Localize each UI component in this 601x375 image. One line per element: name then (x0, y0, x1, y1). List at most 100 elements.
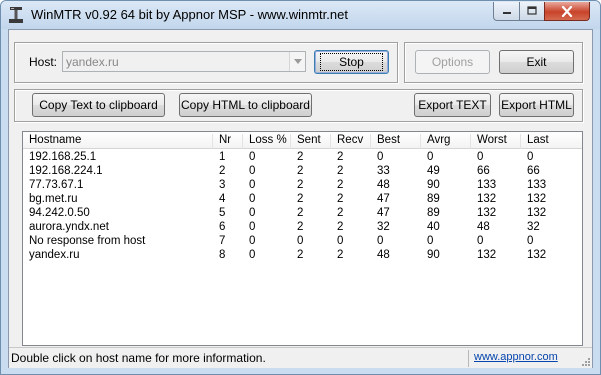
cell-sent: 2 (297, 221, 304, 233)
options-button[interactable]: Options (415, 50, 490, 74)
cell-best: 48 (377, 179, 390, 191)
column-header-nr[interactable]: Nr (213, 134, 243, 149)
cell-last: 132 (527, 193, 547, 205)
table-row[interactable]: 192.168.25.1 1 0 2 2 0 0 0 0 (23, 151, 582, 165)
column-header-best[interactable]: Best (371, 134, 421, 149)
cell-hostname[interactable]: 192.168.224.1 (23, 165, 103, 177)
options-button-label: Options (431, 55, 474, 69)
table-row[interactable]: 192.168.224.1 2 0 2 2 33 49 66 66 (23, 165, 582, 179)
status-bar: Double click on host name for more infor… (9, 347, 592, 368)
cell-recv: 2 (337, 207, 344, 219)
table-row[interactable]: 94.242.0.50 5 0 2 2 47 89 132 132 (23, 207, 582, 221)
cell-sent: 2 (297, 193, 304, 205)
stop-button[interactable]: Stop (314, 50, 389, 74)
cell-avrg: 89 (427, 193, 440, 205)
cell-best: 0 (377, 235, 384, 247)
table-row[interactable]: bg.met.ru 4 0 2 2 47 89 132 132 (23, 193, 582, 207)
table-row[interactable]: 77.73.67.1 3 0 2 2 48 90 133 133 (23, 179, 582, 193)
cell-worst: 132 (477, 249, 497, 261)
table-row[interactable]: aurora.yndx.net 6 0 2 2 32 40 48 32 (23, 221, 582, 235)
column-header-worst[interactable]: Worst (471, 134, 521, 149)
copy-html-button[interactable]: Copy HTML to clipboard (179, 93, 312, 117)
cell-loss: 0 (249, 179, 256, 191)
cell-loss: 0 (249, 249, 256, 261)
table-row[interactable]: No response from host 7 0 0 0 0 0 0 0 (23, 235, 582, 249)
cell-nr: 2 (219, 165, 226, 177)
cell-recv: 2 (337, 249, 344, 261)
maximize-button[interactable] (519, 2, 545, 21)
column-header-sent[interactable]: Sent (291, 134, 331, 149)
cell-recv: 2 (337, 221, 344, 233)
cell-hostname[interactable]: aurora.yndx.net (23, 221, 109, 233)
host-input[interactable]: yandex.ru (62, 51, 306, 72)
cell-best: 32 (377, 221, 390, 233)
cell-sent: 2 (297, 207, 304, 219)
cell-nr: 7 (219, 235, 226, 247)
copy-text-button[interactable]: Copy Text to clipboard (32, 93, 165, 117)
minimize-icon (502, 12, 511, 14)
cell-avrg: 49 (427, 165, 440, 177)
host-input-value: yandex.ru (66, 55, 119, 69)
cell-worst: 132 (477, 193, 497, 205)
cell-loss: 0 (249, 235, 256, 247)
column-header-last[interactable]: Last (521, 134, 582, 149)
cell-nr: 6 (219, 221, 226, 233)
cell-last: 32 (527, 221, 540, 233)
column-header-hostname[interactable]: Hostname (23, 134, 213, 149)
cell-hostname[interactable]: 192.168.25.1 (23, 151, 96, 163)
host-label: Host: (29, 55, 58, 69)
cell-loss: 0 (249, 193, 256, 205)
cell-worst: 132 (477, 207, 497, 219)
cell-best: 0 (377, 151, 384, 163)
exit-button[interactable]: Exit (499, 50, 574, 74)
cell-last: 66 (527, 165, 540, 177)
export-text-button[interactable]: Export TEXT (414, 93, 491, 117)
column-header-loss[interactable]: Loss % (243, 134, 291, 149)
cell-worst: 0 (477, 151, 484, 163)
stop-button-label: Stop (320, 53, 383, 71)
cell-nr: 3 (219, 179, 226, 191)
cell-worst: 48 (477, 221, 490, 233)
cell-nr: 1 (219, 151, 226, 163)
title-bar[interactable]: WinMTR v0.92 64 bit by Appnor MSP - www.… (1, 1, 600, 29)
status-separator (468, 350, 469, 367)
cell-hostname[interactable]: No response from host (23, 235, 145, 247)
results-table[interactable]: Hostname Nr Loss % Sent Recv Best Avrg W… (22, 131, 583, 346)
column-header-recv[interactable]: Recv (331, 134, 371, 149)
cell-sent: 2 (297, 151, 304, 163)
cell-best: 47 (377, 207, 390, 219)
cell-recv: 0 (337, 235, 344, 247)
cell-last: 0 (527, 151, 534, 163)
status-message: Double click on host name for more infor… (11, 351, 266, 365)
cell-best: 48 (377, 249, 390, 261)
close-button[interactable] (544, 2, 590, 21)
window-title: WinMTR v0.92 64 bit by Appnor MSP - www.… (31, 7, 348, 22)
cell-nr: 5 (219, 207, 226, 219)
cell-best: 33 (377, 165, 390, 177)
cell-nr: 8 (219, 249, 226, 261)
cell-recv: 2 (337, 151, 344, 163)
cell-avrg: 90 (427, 179, 440, 191)
host-dropdown-button[interactable] (289, 52, 305, 71)
cell-recv: 2 (337, 165, 344, 177)
cell-avrg: 89 (427, 207, 440, 219)
copy-text-button-label: Copy Text to clipboard (39, 98, 158, 112)
table-row[interactable]: yandex.ru 8 0 2 2 48 90 132 132 (23, 249, 582, 263)
cell-avrg: 0 (427, 151, 434, 163)
cell-hostname[interactable]: 94.242.0.50 (23, 207, 90, 219)
cell-hostname[interactable]: yandex.ru (23, 249, 80, 261)
cell-sent: 0 (297, 235, 304, 247)
cell-avrg: 40 (427, 221, 440, 233)
export-html-button[interactable]: Export HTML (499, 93, 574, 117)
cell-hostname[interactable]: 77.73.67.1 (23, 179, 83, 191)
cell-loss: 0 (249, 207, 256, 219)
column-header-avrg[interactable]: Avrg (421, 134, 471, 149)
resize-grip-icon[interactable] (580, 356, 591, 367)
cell-sent: 2 (297, 249, 304, 261)
minimize-button[interactable] (493, 2, 520, 21)
appnor-link[interactable]: www.appnor.com (474, 351, 558, 363)
cell-hostname[interactable]: bg.met.ru (23, 193, 78, 205)
cell-sent: 2 (297, 165, 304, 177)
cell-avrg: 0 (427, 235, 434, 247)
cell-last: 0 (527, 235, 534, 247)
